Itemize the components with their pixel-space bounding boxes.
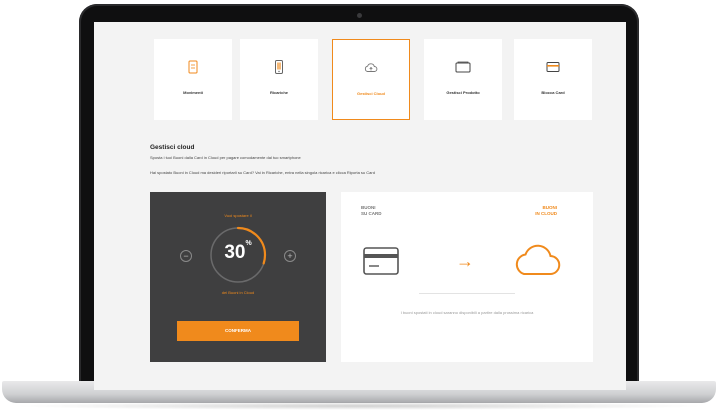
cloud-label: BUONI IN CLOUD	[535, 205, 557, 217]
increase-button[interactable]: +	[284, 250, 296, 262]
illustration-caption: I buoni spostati in cloud saranno dispon…	[400, 310, 534, 315]
tab-bar: Movimenti Ricariche Gestisci Cloud Gesti…	[94, 39, 626, 121]
percentage-value: 30%	[150, 240, 326, 264]
screen: Movimenti Ricariche Gestisci Cloud Gesti…	[94, 22, 626, 390]
tab-label: Movimenti	[183, 90, 203, 95]
percentage-number: 30	[224, 242, 246, 263]
confirm-button[interactable]: CONFERMA	[177, 321, 299, 341]
document-icon	[188, 60, 198, 79]
tab-blocca-card[interactable]: Blocca Card	[514, 39, 592, 120]
phone-icon	[274, 60, 284, 79]
tab-movimenti[interactable]: Movimenti	[154, 39, 232, 120]
camera-icon	[357, 13, 362, 18]
divider	[419, 293, 515, 294]
card-label-line2: SU CARD	[361, 211, 382, 216]
section-title: Gestisci cloud	[150, 144, 195, 151]
tab-ricariche[interactable]: Ricariche	[240, 39, 318, 120]
credit-card-icon	[363, 247, 399, 275]
percentage-unit: %	[245, 240, 252, 247]
cloud-label-line2: IN CLOUD	[535, 211, 557, 216]
cloud-percentage-panel: Vuoi spostare il 30% − + dei Buoni in Cl…	[150, 192, 326, 362]
card-lock-icon	[546, 60, 560, 78]
cloud-icon	[515, 244, 561, 276]
transfer-illustration-panel: BUONI SU CARD BUONI IN CLOUD → I buoni s…	[341, 192, 593, 362]
arrow-right-icon: →	[456, 251, 474, 271]
tab-label: Blocca Card	[541, 90, 565, 95]
tab-gestisci-cloud[interactable]: Gestisci Cloud	[332, 39, 410, 120]
cloud-upload-icon	[364, 61, 378, 79]
move-prompt-label: Vuoi spostare il	[224, 213, 252, 218]
wallet-icon	[455, 60, 471, 78]
card-label: BUONI SU CARD	[361, 205, 382, 217]
tab-label: Ricariche	[269, 90, 288, 95]
tab-label: Gestisci Prodotto	[446, 90, 480, 95]
section-description: Sposta i tuoi Buoni dalla Card in Cloud …	[150, 155, 301, 160]
decrease-button[interactable]: −	[180, 250, 192, 262]
cloud-share-label: dei Buoni in Cloud	[221, 290, 255, 295]
tab-gestisci-prodotto[interactable]: Gestisci Prodotto	[424, 39, 502, 120]
laptop-shadow	[10, 402, 708, 410]
tab-label: Gestisci Cloud	[356, 91, 385, 96]
section-note: Hai spostato Buoni in Cloud ma desideri …	[150, 170, 375, 175]
